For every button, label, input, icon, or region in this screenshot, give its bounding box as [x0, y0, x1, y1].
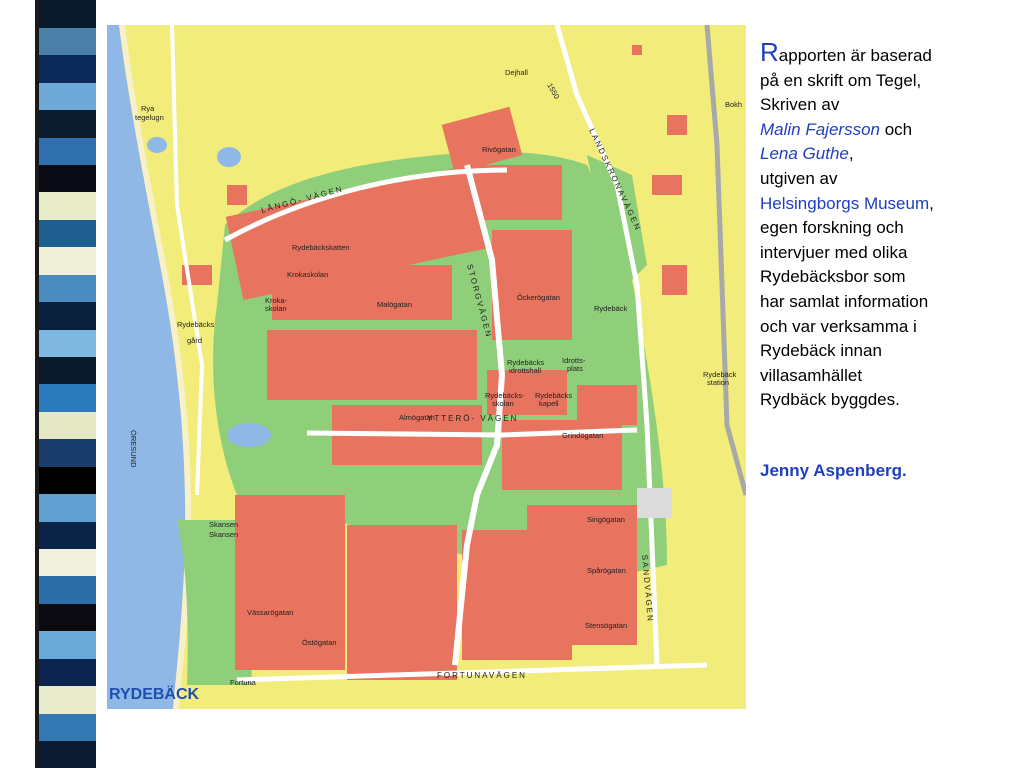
stripe-segment — [35, 384, 96, 412]
text-line-har: har samlat information — [760, 291, 929, 311]
label-fortuna: Fortuna — [230, 678, 257, 687]
och-text: och — [880, 119, 913, 139]
stripe-segment — [35, 411, 96, 440]
stripe-segment — [35, 576, 96, 604]
label-bokh: Bokh — [725, 100, 742, 109]
label-plats: plats — [567, 364, 583, 373]
stripe-segment — [35, 27, 96, 56]
street-stensogatan: Stensögatan — [585, 621, 627, 630]
street-rydebackskatten: Rydebäckskatten — [292, 243, 350, 252]
label-rya: Rya — [141, 104, 155, 113]
road-ytterovagen: YTTERÖ- VÄGEN — [427, 414, 518, 423]
text-line-egen: egen forskning och — [760, 218, 904, 238]
stripe-segment — [35, 54, 96, 83]
label-krokaskolan: Krokaskolan — [287, 270, 328, 279]
stripe-segment — [35, 329, 96, 358]
stripe-segment — [35, 137, 96, 166]
sea-label: ÖRESUND — [129, 430, 138, 468]
label-rydebacks-gard: Rydebäcks — [177, 320, 214, 329]
comma-2: , — [929, 193, 934, 213]
label-dejhall: Dejhall — [505, 68, 528, 77]
text-line-authors-1: Malin Fajersson och — [760, 118, 1010, 143]
road-fortunavagen: FORTUNAVÄGEN — [437, 671, 527, 680]
decorative-stripe-bar — [35, 0, 96, 768]
street-malogatan: Malögatan — [377, 300, 412, 309]
stripe-segment — [35, 521, 96, 550]
label-station-2: station — [707, 378, 729, 387]
label-idrottshall-2: idrottshall — [509, 366, 541, 375]
stripe-segment — [35, 164, 96, 193]
drop-cap: R — [760, 37, 779, 67]
street-singogatan: Singögatan — [587, 515, 625, 524]
stripe-segment — [35, 219, 96, 248]
stripe-segment — [35, 82, 96, 111]
label-gard: gård — [187, 336, 202, 345]
author-lena-link[interactable]: Lena Guthe — [760, 144, 849, 163]
stripe-segment — [35, 548, 96, 577]
stripe-segment — [35, 466, 96, 495]
stripe-segment — [35, 356, 96, 385]
text-line-museum: Helsingborgs Museum, — [760, 192, 1010, 217]
description-text: Rapporten är baserad på en skrift om Teg… — [760, 39, 1010, 484]
stripe-segment — [35, 603, 96, 632]
text-line-bor: Rydebäcksbor som — [760, 267, 906, 287]
map-svg: ÖRESUND Rya tegelugn Dejhall Bokh 1550 K… — [107, 25, 746, 709]
text-line-och-var: och var verksamma i — [760, 316, 917, 336]
map-title: RYDEBÄCK — [109, 685, 200, 703]
text-line-2: på en skrift om Tegel, — [760, 70, 922, 90]
text-line-byggdes: Rydbäck byggdes. — [760, 390, 900, 410]
comma-1: , — [848, 144, 854, 164]
text-line-villa: villasamhället — [760, 365, 863, 385]
street-vassarogatan: Vässarögatan — [247, 608, 293, 617]
stripe-segment — [35, 246, 96, 275]
text-line-1: Rapporten är baserad — [760, 39, 1010, 69]
stripe-edge — [35, 0, 39, 768]
text-line-3: Skriven av — [760, 95, 840, 115]
label-kapell-2: kapell — [539, 399, 559, 408]
author-malin-link[interactable]: Malin Fajersson — [760, 120, 880, 139]
street-sparogatan: Spårögatan — [587, 566, 626, 575]
stripe-segment — [35, 274, 96, 303]
stripe-segment — [35, 109, 96, 138]
text-line-utgiven: utgiven av — [760, 168, 838, 188]
stripe-segment — [35, 0, 96, 28]
street-rivogatan: Rivögatan — [482, 145, 516, 154]
text-line-intervjuer: intervjuer med olika — [760, 242, 908, 262]
text-line-authors-2: Lena Guthe, — [760, 142, 1010, 167]
rydeback-map: ÖRESUND Rya tegelugn Dejhall Bokh 1550 K… — [107, 25, 746, 709]
label-rydeback: Rydebäck — [594, 304, 628, 313]
street-almogatan: Almögatan — [399, 413, 435, 422]
stripe-segment — [35, 301, 96, 330]
museum-link[interactable]: Helsingborgs Museum — [760, 194, 929, 213]
stripe-segment — [35, 438, 96, 467]
stripe-segment — [35, 493, 96, 522]
signature: Jenny Aspenberg. — [760, 460, 907, 480]
stripe-segment — [35, 658, 96, 687]
stripe-segment — [35, 630, 96, 659]
label-skolan-center-2: skolan — [492, 399, 514, 408]
stripe-segment — [35, 740, 96, 768]
label-skolan: skolan — [265, 304, 287, 313]
text-line-1-rest: apporten är baserad — [778, 46, 932, 65]
street-ostogatan: Östögatan — [302, 638, 337, 647]
label-skansen: Skansen — [209, 520, 238, 529]
stripe-segment — [35, 713, 96, 742]
street-grindogatan: Grindögatan — [562, 431, 603, 440]
label-tegelugn: tegelugn — [135, 113, 164, 122]
stripe-segment — [35, 192, 96, 220]
street-ockerogatan: Öckerögatan — [517, 293, 560, 302]
text-line-rydeback: Rydebäck innan — [760, 341, 882, 361]
stripe-segment — [35, 685, 96, 714]
gray-lot — [637, 488, 672, 518]
label-skansen-2: Skansen — [209, 530, 238, 539]
